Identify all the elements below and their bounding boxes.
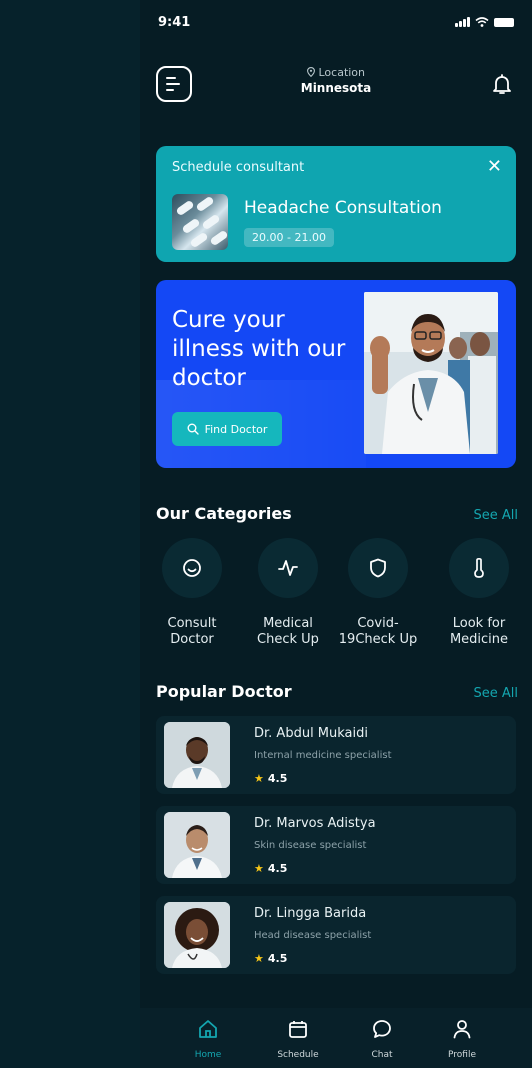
promo-banner: Cure your illness with our doctor Find D… — [156, 280, 516, 468]
category-icon-wrap — [449, 538, 509, 598]
doctor-name: Dr. Marvos Adistya — [254, 816, 376, 831]
nav-label: Profile — [448, 1050, 476, 1060]
shield-icon — [370, 558, 386, 578]
star-icon: ★ — [254, 772, 264, 785]
doctor-avatar — [164, 902, 230, 968]
status-icons — [455, 17, 514, 27]
left-background-panel — [0, 0, 140, 1068]
category-icon-wrap — [162, 538, 222, 598]
promo-headline: Cure your illness with our doctor — [172, 307, 346, 391]
schedule-title: Schedule consultant — [172, 160, 305, 175]
location-pin-icon — [307, 67, 315, 78]
schedule-time-badge: 20.00 - 21.00 — [244, 228, 334, 247]
thermometer-icon — [474, 557, 484, 578]
doctor-name: Dr. Abdul Mukaidi — [254, 726, 369, 741]
nav-label: Chat — [371, 1050, 393, 1060]
doctor-specialty: Head disease specialist — [254, 930, 372, 941]
doctor-avatar — [164, 722, 230, 788]
home-icon — [199, 1020, 217, 1038]
category-label: Medical Check Up — [257, 616, 319, 647]
star-icon: ★ — [254, 952, 264, 965]
category-icon-wrap — [258, 538, 318, 598]
category-covid-check-up[interactable]: Covid-19Check Up — [338, 538, 418, 648]
doctor-card[interactable]: Dr. Marvos Adistya Skin disease speciali… — [156, 806, 516, 884]
phone-screen: 9:41 Location Minnesota Schedule consult… — [140, 0, 532, 1068]
doctor-avatar — [164, 812, 230, 878]
popular-doctor-title: Popular Doctor — [156, 682, 292, 701]
category-label: Consult Doctor — [167, 616, 217, 647]
bell-icon[interactable] — [490, 72, 514, 96]
category-icon-wrap — [348, 538, 408, 598]
doctor-card[interactable]: Dr. Abdul Mukaidi Internal medicine spec… — [156, 716, 516, 794]
doctor-rating-value: 4.5 — [267, 952, 288, 965]
doctor-card[interactable]: Dr. Lingga Barida Head disease specialis… — [156, 896, 516, 974]
signal-icon — [455, 17, 470, 27]
find-doctor-button[interactable]: Find Doctor — [172, 412, 282, 446]
nav-profile[interactable]: Profile — [432, 1018, 492, 1060]
location-value: Minnesota — [300, 81, 372, 95]
nav-home[interactable]: Home — [178, 1018, 238, 1060]
calendar-icon — [289, 1021, 307, 1038]
doctor-rating: ★ 4.5 — [254, 952, 287, 965]
doctor-rating: ★ 4.5 — [254, 772, 287, 785]
doctor-rating-value: 4.5 — [267, 772, 288, 785]
search-icon — [187, 423, 199, 435]
doctor-photo — [364, 292, 498, 454]
doctor-rating-value: 4.5 — [267, 862, 288, 875]
header: Location Minnesota — [140, 62, 532, 112]
location[interactable]: Location Minnesota — [140, 66, 532, 95]
schedule-card[interactable]: Schedule consultant ✕ Headache Consultat… — [156, 146, 516, 262]
pulse-icon — [278, 560, 298, 576]
doctor-specialty: Internal medicine specialist — [254, 750, 392, 761]
category-consult-doctor[interactable]: Consult Doctor — [152, 538, 232, 648]
doctor-name: Dr. Lingga Barida — [254, 906, 367, 921]
find-doctor-label: Find Doctor — [204, 422, 268, 436]
wifi-icon — [475, 17, 489, 27]
nav-label: Home — [194, 1050, 222, 1060]
category-label: Look for Medicine — [449, 616, 509, 647]
categories-title: Our Categories — [156, 504, 292, 523]
pills-image — [172, 194, 228, 250]
user-icon — [453, 1020, 471, 1039]
categories-see-all-link[interactable]: See All — [474, 508, 519, 523]
popular-see-all-link[interactable]: See All — [474, 686, 519, 701]
nav-schedule[interactable]: Schedule — [268, 1018, 328, 1060]
doctor-specialty: Skin disease specialist — [254, 840, 367, 851]
smile-icon — [183, 559, 201, 577]
location-label: Location — [318, 66, 366, 79]
location-label-row: Location — [140, 66, 532, 79]
status-bar: 9:41 — [140, 0, 532, 52]
star-icon: ★ — [254, 862, 264, 875]
nav-chat[interactable]: Chat — [352, 1018, 412, 1060]
bottom-nav: Home Schedule Chat Profile — [140, 1008, 532, 1068]
status-time: 9:41 — [158, 14, 191, 30]
category-label: Covid-19Check Up — [338, 616, 418, 647]
nav-label: Schedule — [277, 1050, 319, 1060]
category-medical-check-up[interactable]: Medical Check Up — [248, 538, 328, 648]
battery-icon — [494, 17, 514, 27]
chat-icon — [373, 1020, 391, 1038]
category-look-for-medicine[interactable]: Look for Medicine — [439, 538, 519, 648]
schedule-name: Headache Consultation — [244, 198, 442, 218]
doctor-rating: ★ 4.5 — [254, 862, 287, 875]
close-icon[interactable]: ✕ — [487, 156, 502, 177]
